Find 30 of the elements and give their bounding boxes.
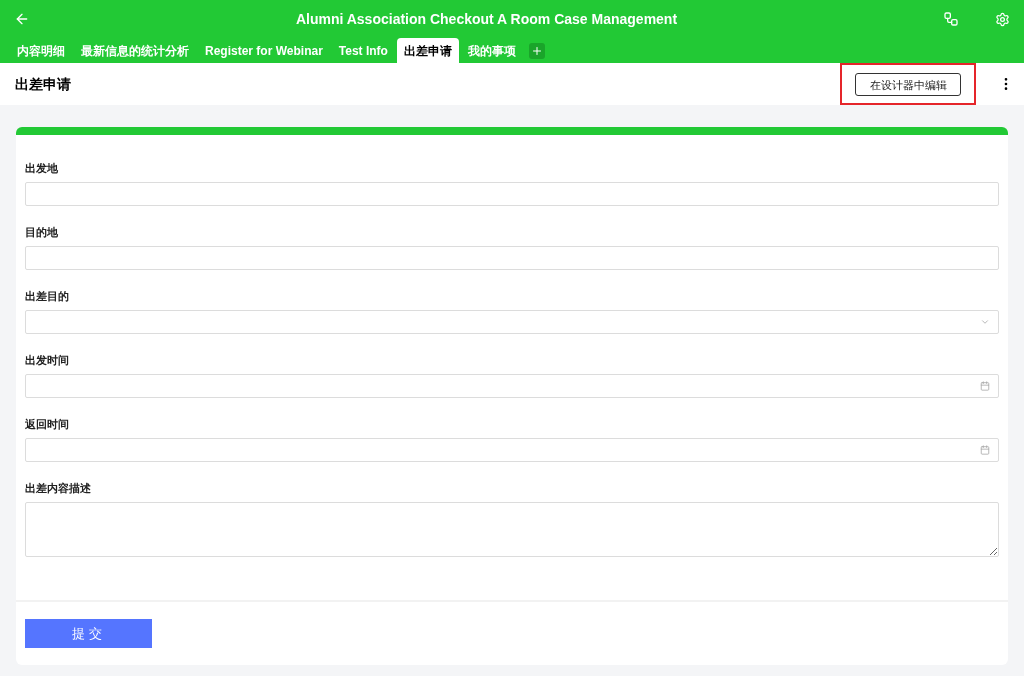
select-field[interactable] xyxy=(25,310,999,334)
input-field[interactable] xyxy=(25,246,999,270)
plus-icon xyxy=(530,44,543,57)
field-label: 返回时间 xyxy=(25,418,70,431)
calendar-icon xyxy=(980,381,990,391)
calendar-icon xyxy=(980,445,990,455)
back-icon[interactable] xyxy=(14,11,30,27)
date-field[interactable] xyxy=(25,438,999,462)
add-tab-button[interactable] xyxy=(528,42,545,59)
field-label: 出差内容描述 xyxy=(25,482,92,495)
field-label: 出差目的 xyxy=(25,290,70,303)
page-title: 出差申请 xyxy=(15,74,72,94)
chevron-down-icon xyxy=(980,317,990,327)
settings-icon[interactable] xyxy=(995,11,1010,27)
tab[interactable]: Register for Webinar xyxy=(198,38,330,63)
date-field[interactable] xyxy=(25,374,999,398)
tab[interactable]: 内容明细 xyxy=(10,38,72,63)
tab[interactable]: 最新信息的统计分析 xyxy=(74,38,196,63)
tab[interactable]: Test Info xyxy=(331,38,395,63)
field-label: 目的地 xyxy=(25,226,59,239)
field-label: 出发地 xyxy=(25,162,59,175)
input-field[interactable] xyxy=(25,182,999,206)
submit-button[interactable]: 提交 xyxy=(25,619,152,648)
field-label: 出发时间 xyxy=(25,354,70,367)
tab[interactable]: 出差申请 xyxy=(396,38,459,63)
tab[interactable]: 我的事项 xyxy=(460,38,523,63)
edit-in-designer-button[interactable]: 在设计器中编辑 xyxy=(855,73,961,97)
flow-icon[interactable] xyxy=(943,11,959,27)
textarea-field[interactable] xyxy=(25,502,999,557)
app-title: Alumni Association Checkout A Room Case Management xyxy=(294,9,679,29)
